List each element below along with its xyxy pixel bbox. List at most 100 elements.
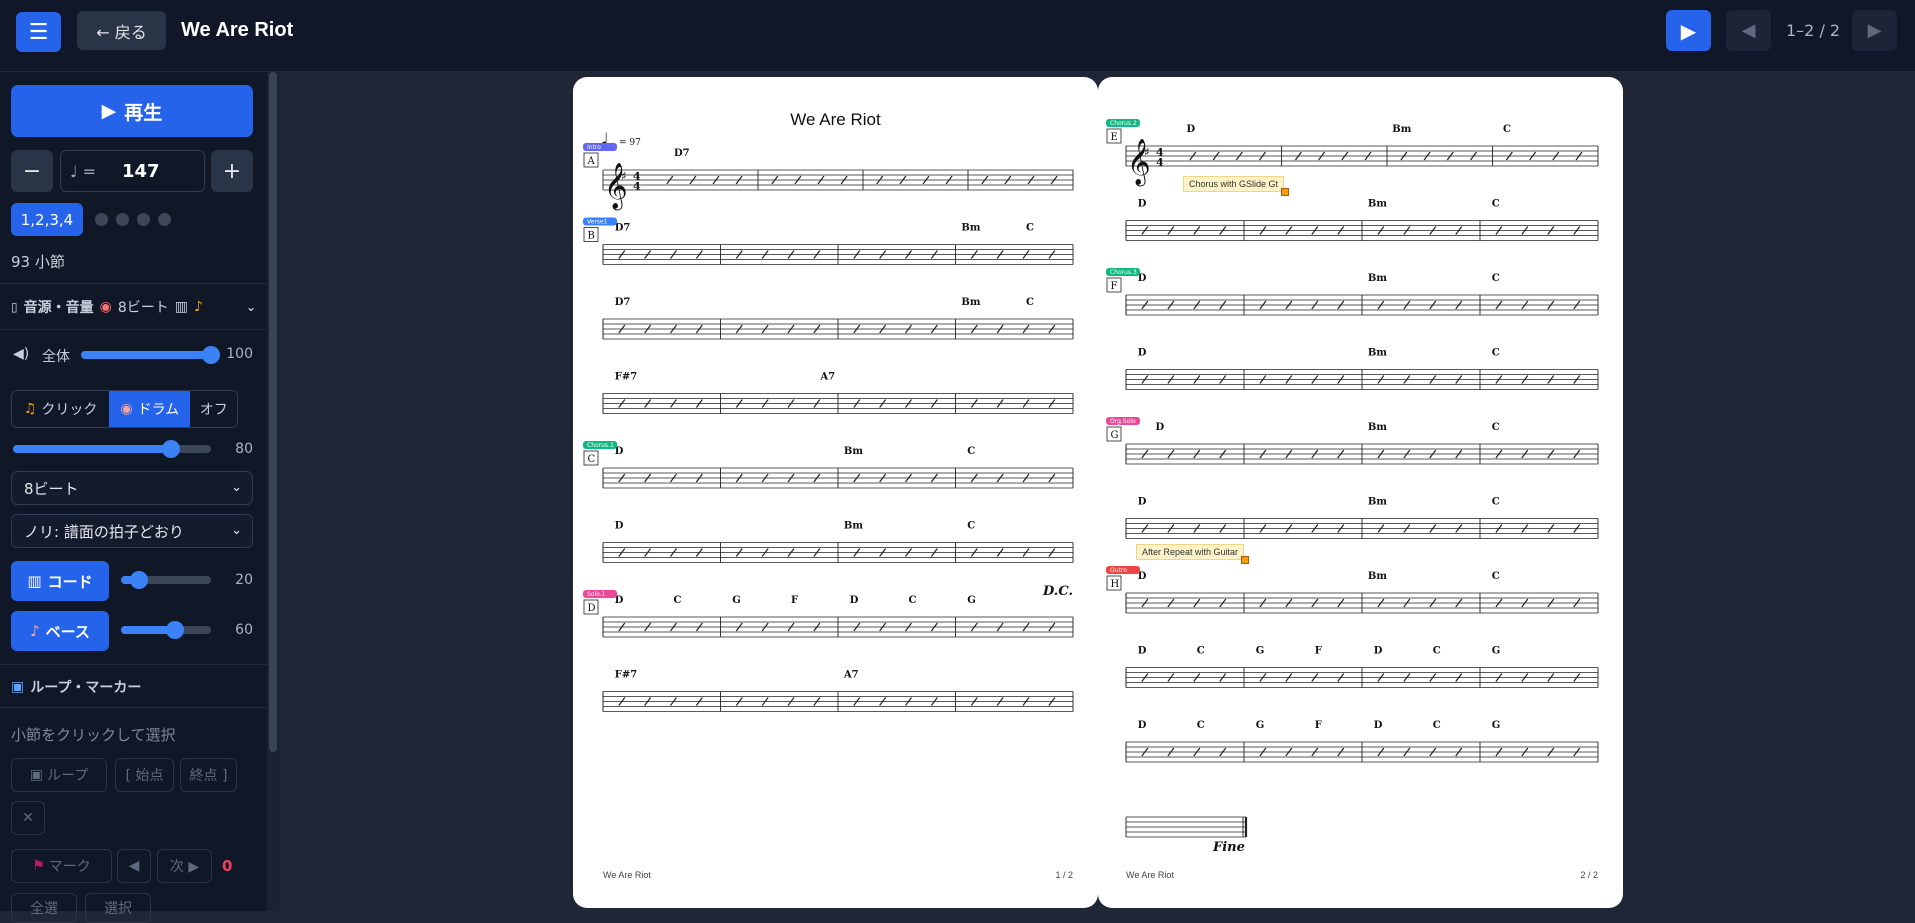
bass-toggle-button[interactable]: ♪ ベース xyxy=(11,611,109,651)
divider xyxy=(0,664,267,665)
chord-volume-value: 20 xyxy=(235,572,253,588)
tempo-note-label: ♩ = xyxy=(70,161,97,181)
tempo-input[interactable]: ♩ = 147 xyxy=(60,150,205,192)
chevron-down-icon: ⌄ xyxy=(231,480,242,495)
tempo-marking: = 97 xyxy=(619,138,641,148)
chord-symbol: D xyxy=(850,595,859,606)
next-marker-button[interactable]: 次 ▶ xyxy=(157,849,212,883)
play-button[interactable]: ▶ 再生 xyxy=(11,85,253,137)
chord-symbol: C xyxy=(1503,124,1511,135)
loop-label: ループ xyxy=(47,768,89,784)
divider xyxy=(0,329,267,330)
rehearsal-letter: A xyxy=(587,156,596,167)
mark-button[interactable]: ⚑ マーク xyxy=(11,849,112,883)
chevron-down-icon: ⌄ xyxy=(245,300,256,314)
prev-marker-button[interactable]: ◀ xyxy=(117,849,151,883)
beat-dot-2 xyxy=(116,213,129,226)
chord-symbol: G xyxy=(1256,646,1265,657)
bass-volume-value: 60 xyxy=(235,622,253,638)
play-button-top[interactable]: ▶ xyxy=(1666,10,1711,51)
metro-drum-option[interactable]: ◉ ドラム xyxy=(109,391,191,427)
rehearsal-letter: H xyxy=(1111,579,1120,590)
chord-symbol: Bm xyxy=(961,223,980,234)
menu-button[interactable]: ☰ xyxy=(16,12,61,52)
footer-page-number: 2 / 2 xyxy=(1580,870,1598,880)
loop-section-header[interactable]: ▣ ループ・マーカー xyxy=(11,677,141,697)
divider xyxy=(0,707,267,708)
section-tag-label: Outro xyxy=(1110,567,1127,574)
clear-loop-button[interactable]: ✕ xyxy=(11,801,45,835)
sidebar-scroll-thumb[interactable] xyxy=(269,72,277,752)
annotation-handle[interactable] xyxy=(1281,188,1290,196)
selection-button[interactable]: 選択 xyxy=(85,893,151,923)
speaker-icon: ▯ xyxy=(11,300,18,314)
metronome-volume-slider[interactable] xyxy=(13,440,211,458)
chord-symbol: F xyxy=(791,595,798,606)
chord-symbol: C xyxy=(1492,571,1500,582)
feel-select[interactable]: ノリ: 譜面の拍子どおり ⌄ xyxy=(11,514,253,548)
loop-start-button[interactable]: [ 始点 xyxy=(115,758,174,792)
drum-icon: ◉ xyxy=(120,401,133,417)
rehearsal-letter: B xyxy=(588,231,595,242)
chord-symbol: C xyxy=(967,521,975,532)
bass-volume-knob[interactable] xyxy=(166,621,184,639)
loop-icon: ▣ xyxy=(11,679,25,695)
chord-symbol: C xyxy=(1492,497,1500,508)
bass-volume-slider[interactable] xyxy=(121,621,211,639)
metro-off-option[interactable]: オフ xyxy=(190,391,237,427)
prev-page-button[interactable]: ◀ xyxy=(1726,10,1771,51)
loop-end-button[interactable]: 終点 ] xyxy=(180,758,237,792)
beat-count-button[interactable]: 1,2,3,4 xyxy=(11,203,83,236)
chord-volume-knob[interactable] xyxy=(130,571,148,589)
time-sig-bottom: 4 xyxy=(633,180,641,193)
section-tag-label: Chorus.2 xyxy=(1110,120,1137,127)
close-icon: ✕ xyxy=(22,810,34,826)
drum-icon: ◉ xyxy=(99,299,112,315)
chord-symbol: C xyxy=(1433,646,1441,657)
mixer-section-header[interactable]: ▯ 音源・音量 ◉ 8ビート ▥ ♪ ⌄ xyxy=(11,297,256,317)
annotation-text: After Repeat with Guitar xyxy=(1142,547,1239,557)
master-label: 全体 xyxy=(42,349,70,365)
mark-label: マーク xyxy=(48,859,91,875)
triangle-left-icon: ◀ xyxy=(128,858,140,874)
rehearsal-letter: C xyxy=(588,454,596,465)
section-tag-label: Verse1 xyxy=(587,219,608,226)
select-all-button[interactable]: 全選 xyxy=(11,893,77,923)
loop-icon: ▣ xyxy=(29,767,44,783)
play-icon: ▶ xyxy=(1680,18,1697,43)
chord-symbol: Bm xyxy=(1368,497,1387,508)
chord-symbol: D7 xyxy=(615,223,631,234)
key-signature: ♯ xyxy=(621,169,627,183)
flag-icon: ⚑ xyxy=(32,858,45,874)
marker-count: 0 xyxy=(222,857,233,875)
drum-pattern-select[interactable]: 8ビート ⌄ xyxy=(11,471,253,505)
footer-title: We Are Riot xyxy=(1126,870,1174,880)
back-button[interactable]: ← 戻る xyxy=(77,11,166,50)
master-volume-slider[interactable] xyxy=(81,346,220,364)
tempo-decrease-button[interactable]: − xyxy=(11,150,53,192)
chord-symbol: C xyxy=(1492,348,1500,359)
key-signature: ♯ xyxy=(1144,145,1150,159)
page-title: We Are Riot xyxy=(181,19,294,41)
chord-symbol: D xyxy=(1138,199,1147,210)
score-page-1-canvas[interactable]: ♩ = 97𝄞♯ 44D7AIntroD7 Bm CBVerse1D7 Bm CF#7 A7D… xyxy=(573,77,1098,908)
annotation-note[interactable]: After Repeat with Guitar xyxy=(1136,544,1250,564)
rehearsal-letter: F xyxy=(1111,281,1118,292)
chord-symbol: D xyxy=(1156,422,1165,433)
tempo-increase-button[interactable]: + xyxy=(211,150,253,192)
divider xyxy=(0,283,267,284)
chord-symbol: G xyxy=(732,595,741,606)
bell-icon: ♫ xyxy=(23,401,37,417)
metro-click-option[interactable]: ♫ クリック xyxy=(12,391,109,427)
score-page-2-canvas[interactable]: 𝄞♯ 44D Bm CEChorus.2D Bm CD Bm CFChorus.3D Bm CD B… xyxy=(1098,77,1623,908)
annotation-handle[interactable] xyxy=(1241,556,1250,564)
metronome-volume-value: 80 xyxy=(235,441,253,457)
feel-value: ノリ: 譜面の拍子どおり xyxy=(24,522,184,541)
chord-symbol: D xyxy=(1138,646,1147,657)
next-page-button[interactable]: ▶ xyxy=(1852,10,1897,51)
annotation-note[interactable]: Chorus with GSlide Gt xyxy=(1183,176,1290,196)
beat-dot-1 xyxy=(95,213,108,226)
chord-toggle-button[interactable]: ▥ コード xyxy=(11,561,109,601)
loop-button[interactable]: ▣ ループ xyxy=(11,758,107,792)
chord-volume-slider[interactable] xyxy=(121,571,211,589)
